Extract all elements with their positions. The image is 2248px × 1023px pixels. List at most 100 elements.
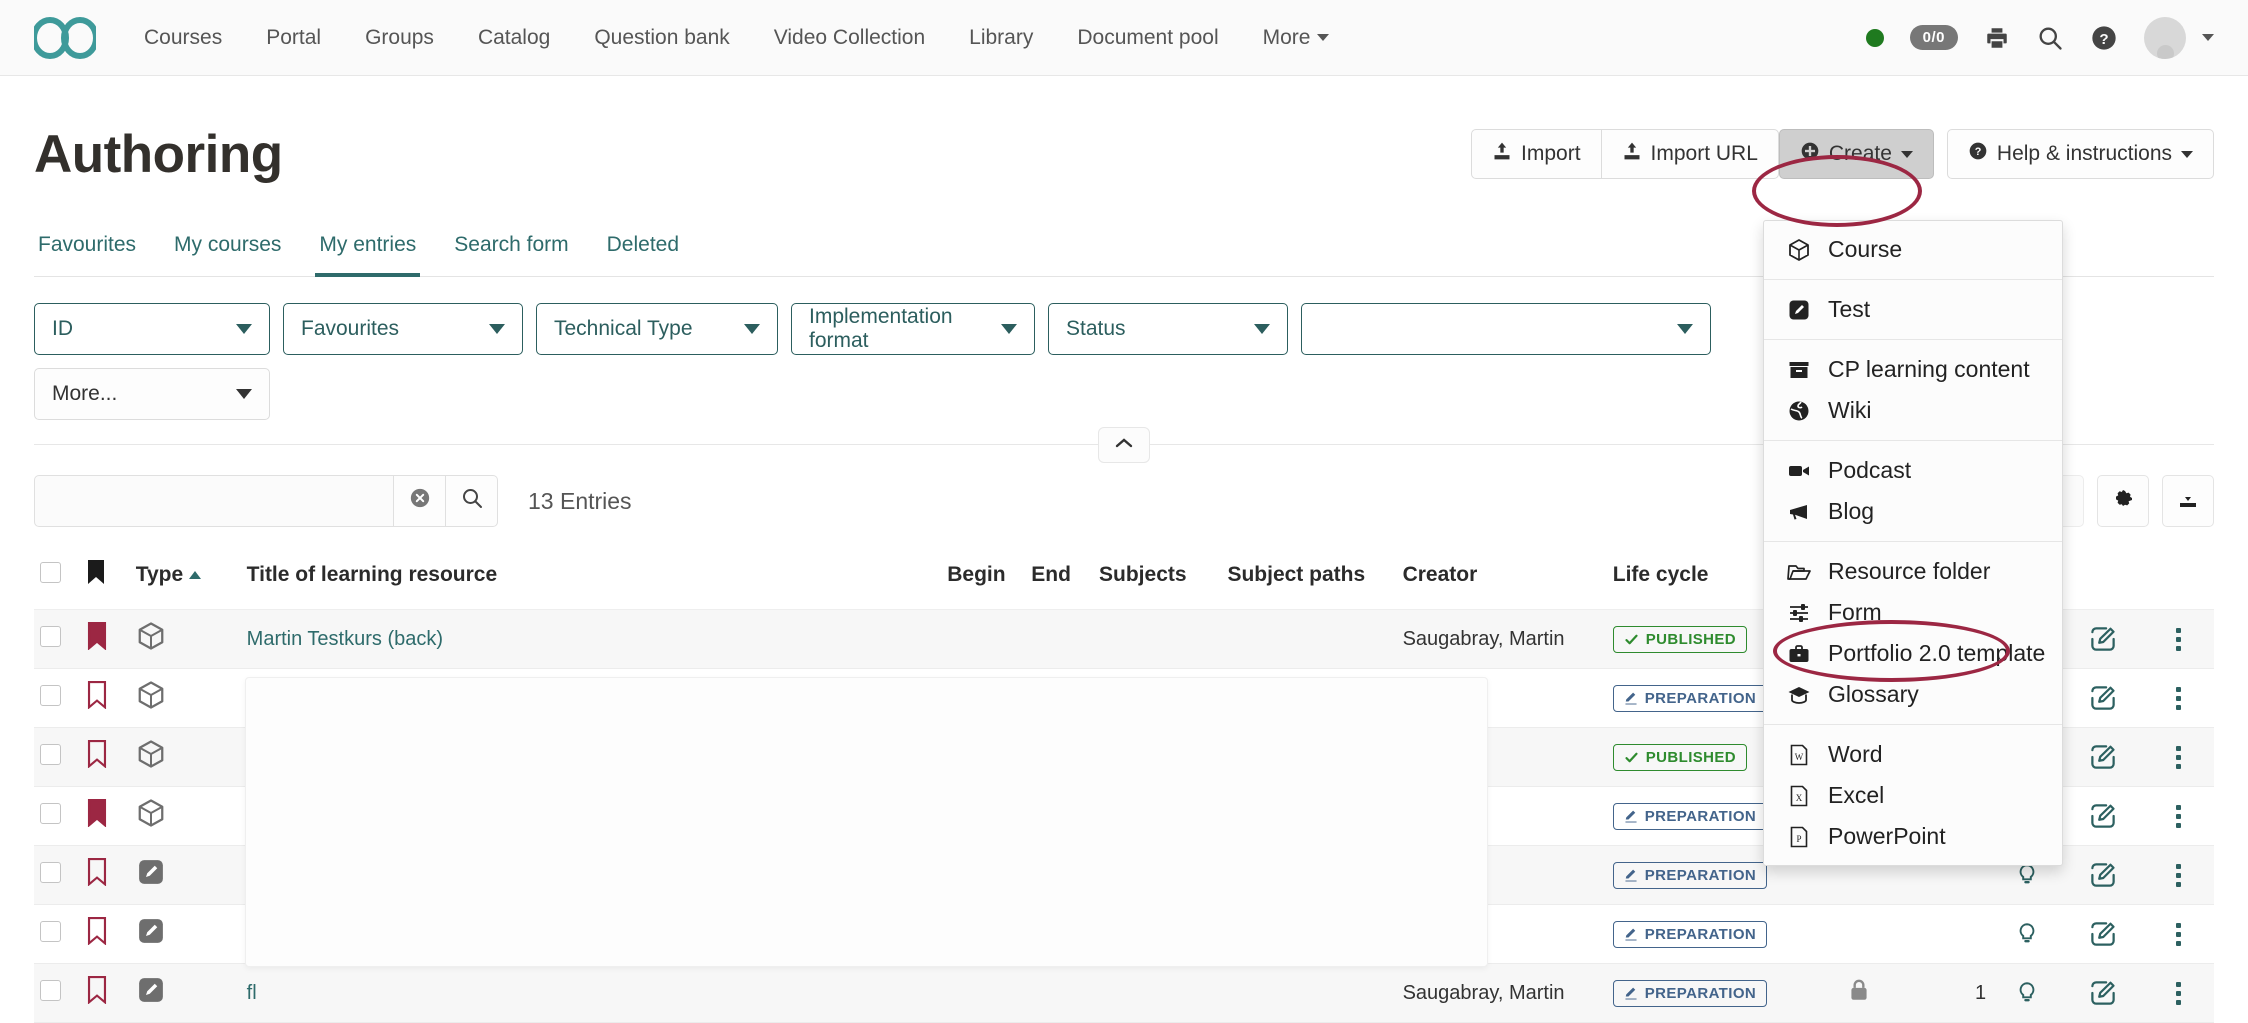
row-select-cell[interactable] — [34, 728, 81, 787]
create-menu-item-powerpoint[interactable]: PPowerPoint — [1764, 816, 2062, 857]
nav-link-catalog[interactable]: Catalog — [456, 0, 572, 76]
create-menu-item-excel[interactable]: XExcel — [1764, 775, 2062, 816]
kebab-menu-icon[interactable] — [2150, 746, 2208, 769]
row-edit-cell[interactable] — [2062, 728, 2144, 787]
filter-status[interactable]: Status — [1048, 303, 1288, 355]
row-edit-cell[interactable] — [2062, 964, 2144, 1023]
chevron-down-icon[interactable] — [2202, 34, 2214, 41]
row-info-cell[interactable] — [1992, 964, 2062, 1023]
row-title-cell[interactable]: fl — [241, 964, 942, 1023]
row-checkbox[interactable] — [40, 626, 61, 647]
infinity-logo[interactable] — [34, 15, 96, 61]
column-title[interactable]: Title of learning resource — [241, 553, 942, 610]
create-menu-item-glossary[interactable]: Glossary — [1764, 674, 2062, 715]
table-settings-button[interactable] — [2097, 475, 2149, 527]
row-title-cell[interactable]: Martin Testkurs (back) — [241, 610, 942, 669]
create-menu-item-blog[interactable]: Blog — [1764, 491, 2062, 532]
bookmark-icon[interactable] — [87, 751, 107, 773]
printer-icon[interactable] — [1984, 25, 2010, 51]
edit-pencil-icon[interactable] — [2068, 860, 2138, 890]
create-menu-item-form[interactable]: Form — [1764, 592, 2062, 633]
row-select-cell[interactable] — [34, 905, 81, 964]
row-select-cell[interactable] — [34, 964, 81, 1023]
nav-link-courses[interactable]: Courses — [122, 0, 244, 76]
row-menu-cell[interactable] — [2144, 846, 2214, 905]
bookmark-icon[interactable] — [87, 928, 107, 950]
row-select-cell[interactable] — [34, 787, 81, 846]
edit-pencil-icon[interactable] — [2068, 624, 2138, 654]
avatar[interactable] — [2144, 17, 2186, 59]
kebab-menu-icon[interactable] — [2150, 805, 2208, 828]
create-button[interactable]: Create — [1779, 129, 1934, 179]
row-bookmark-cell[interactable] — [81, 728, 130, 787]
collapse-filters-button[interactable] — [1098, 427, 1150, 463]
kebab-menu-icon[interactable] — [2150, 982, 2208, 1005]
filter-more[interactable]: More... — [34, 368, 270, 420]
row-edit-cell[interactable] — [2062, 669, 2144, 728]
bookmark-icon[interactable] — [87, 692, 107, 714]
row-bookmark-cell[interactable] — [81, 787, 130, 846]
bookmark-icon[interactable] — [87, 810, 107, 832]
column-type[interactable]: Type — [130, 553, 241, 610]
column-end[interactable]: End — [1025, 553, 1093, 610]
column-begin[interactable]: Begin — [941, 553, 1025, 610]
row-bookmark-cell[interactable] — [81, 905, 130, 964]
row-edit-cell[interactable] — [2062, 610, 2144, 669]
filter-id[interactable]: ID — [34, 303, 270, 355]
nav-link-library[interactable]: Library — [947, 0, 1055, 76]
row-info-cell[interactable] — [1992, 905, 2062, 964]
row-bookmark-cell[interactable] — [81, 964, 130, 1023]
import-url-button[interactable]: Import URL — [1601, 129, 1779, 179]
filter-favourites[interactable]: Favourites — [283, 303, 523, 355]
bookmark-icon[interactable] — [87, 987, 107, 1009]
edit-pencil-icon[interactable] — [2068, 801, 2138, 831]
edit-pencil-icon[interactable] — [2068, 742, 2138, 772]
create-menu-item-cp-learning-content[interactable]: CP learning content — [1764, 349, 2062, 390]
notification-counter-badge[interactable]: 0/0 — [1910, 25, 1958, 50]
edit-pencil-icon[interactable] — [2068, 919, 2138, 949]
help-circle-icon[interactable]: ? — [2090, 24, 2118, 52]
tab-deleted[interactable]: Deleted — [603, 227, 683, 277]
tab-my-entries[interactable]: My entries — [315, 227, 420, 277]
kebab-menu-icon[interactable] — [2150, 864, 2208, 887]
row-menu-cell[interactable] — [2144, 905, 2214, 964]
create-menu-item-podcast[interactable]: Podcast — [1764, 450, 2062, 491]
row-checkbox[interactable] — [40, 980, 61, 1001]
tab-favourites[interactable]: Favourites — [34, 227, 140, 277]
tab-search-form[interactable]: Search form — [450, 227, 572, 277]
row-checkbox[interactable] — [40, 921, 61, 942]
nav-link-more[interactable]: More — [1241, 26, 1352, 50]
kebab-menu-icon[interactable] — [2150, 923, 2208, 946]
row-bookmark-cell[interactable] — [81, 669, 130, 728]
submit-search-button[interactable] — [446, 475, 498, 527]
row-edit-cell[interactable] — [2062, 905, 2144, 964]
row-checkbox[interactable] — [40, 744, 61, 765]
nav-link-groups[interactable]: Groups — [343, 0, 456, 76]
row-edit-cell[interactable] — [2062, 787, 2144, 846]
download-export-button[interactable] — [2162, 475, 2214, 527]
row-menu-cell[interactable] — [2144, 610, 2214, 669]
create-menu-item-word[interactable]: WWord — [1764, 734, 2062, 775]
filter-technical-type[interactable]: Technical Type — [536, 303, 778, 355]
row-checkbox[interactable] — [40, 685, 61, 706]
create-menu-item-portfolio-2-0-template[interactable]: Portfolio 2.0 template — [1764, 633, 2062, 674]
row-select-cell[interactable] — [34, 846, 81, 905]
bookmark-icon[interactable] — [87, 869, 107, 891]
row-menu-cell[interactable] — [2144, 964, 2214, 1023]
filter-implementation-format[interactable]: Implementation format — [791, 303, 1035, 355]
table-row[interactable]: flSaugabray, MartinPREPARATION1 — [34, 964, 2214, 1023]
bookmark-icon[interactable] — [87, 633, 107, 655]
row-checkbox[interactable] — [40, 862, 61, 883]
edit-pencil-icon[interactable] — [2068, 978, 2138, 1008]
kebab-menu-icon[interactable] — [2150, 628, 2208, 651]
filter-extra[interactable] — [1301, 303, 1711, 355]
create-menu-item-course[interactable]: Course — [1764, 229, 2062, 270]
row-bookmark-cell[interactable] — [81, 610, 130, 669]
nav-link-document-pool[interactable]: Document pool — [1055, 0, 1240, 76]
create-menu-item-resource-folder[interactable]: Resource folder — [1764, 551, 2062, 592]
row-menu-cell[interactable] — [2144, 728, 2214, 787]
row-menu-cell[interactable] — [2144, 669, 2214, 728]
help-instructions-button[interactable]: ? Help & instructions — [1947, 129, 2214, 179]
lightbulb-icon[interactable] — [1998, 980, 2056, 1006]
row-select-cell[interactable] — [34, 669, 81, 728]
